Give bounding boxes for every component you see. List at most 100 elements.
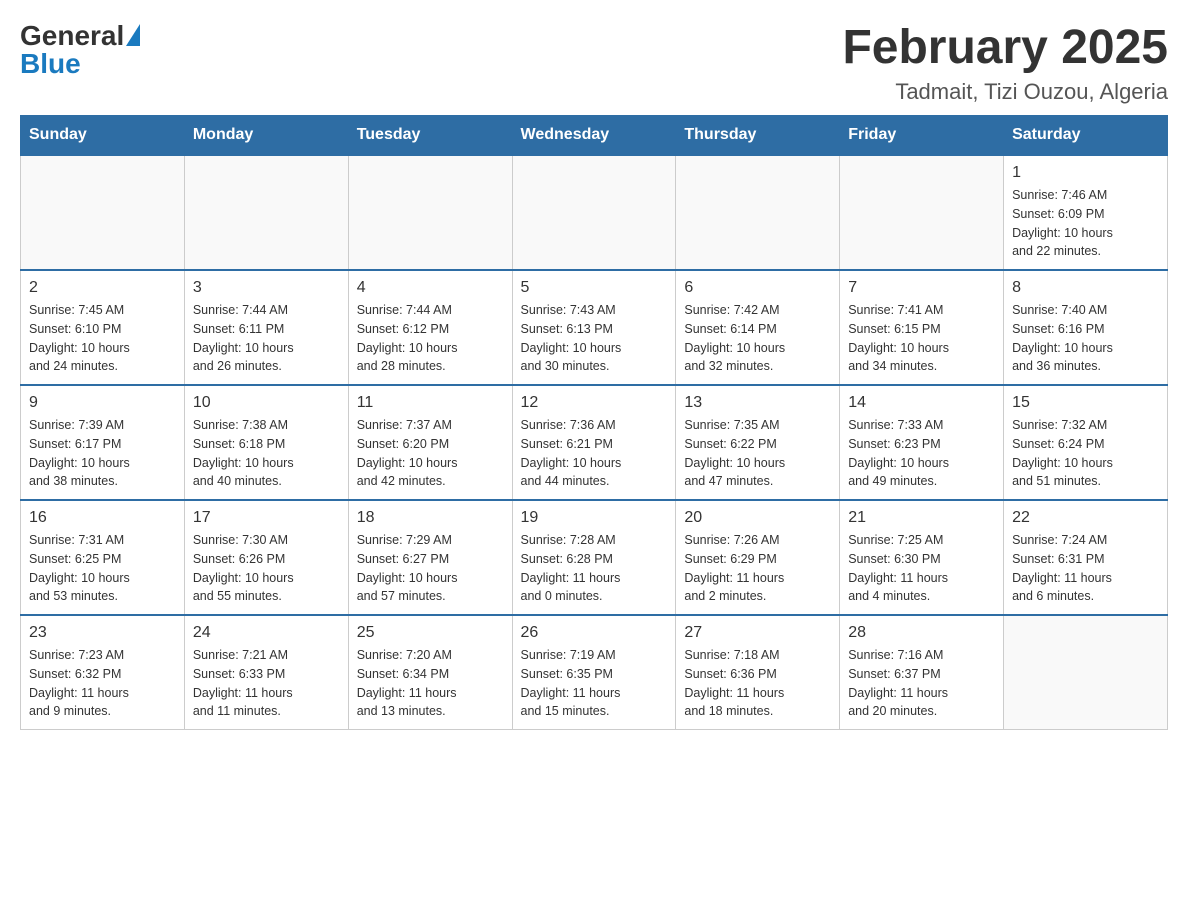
- calendar-cell: 25 Sunrise: 7:20 AM Sunset: 6:34 PM Dayli…: [348, 615, 512, 730]
- calendar-cell: [348, 155, 512, 270]
- calendar-cell: 19Sunrise: 7:28 AM Sunset: 6:28 PM Dayli…: [512, 500, 676, 615]
- day-info: Sunrise: 7:45 AM Sunset: 6:10 PM Dayligh…: [29, 301, 176, 376]
- calendar-cell: 22 Sunrise: 7:24 AM Sunset: 6:31 PM Dayli…: [1004, 500, 1168, 615]
- weekday-header-tuesday: Tuesday: [348, 116, 512, 156]
- weekday-header-sunday: Sunday: [21, 116, 185, 156]
- day-info: Sunrise: 7:39 AM Sunset: 6:17 PM Dayligh…: [29, 416, 176, 491]
- page-header: General Blue February 2025 Tadmait, Tizi…: [20, 20, 1168, 105]
- day-info: Sunrise: 7:35 AM Sunset: 6:22 PM Dayligh…: [684, 416, 831, 491]
- day-number: 24: [193, 624, 340, 642]
- day-info: Sunrise: 7:25 AM Sunset: 6:30 PM Dayligh…: [848, 531, 995, 606]
- calendar-cell: 11 Sunrise: 7:37 AM Sunset: 6:20 PM Dayli…: [348, 385, 512, 500]
- calendar-cell: [1004, 615, 1168, 730]
- calendar-cell: 8 Sunrise: 7:40 AM Sunset: 6:16 PM Daylig…: [1004, 270, 1168, 385]
- calendar-cell: 5Sunrise: 7:43 AM Sunset: 6:13 PM Daylig…: [512, 270, 676, 385]
- day-number: 17: [193, 509, 340, 527]
- calendar-cell: [676, 155, 840, 270]
- calendar-cell: 1Sunrise: 7:46 AM Sunset: 6:09 PM Daylig…: [1004, 155, 1168, 270]
- day-info: Sunrise: 7:41 AM Sunset: 6:15 PM Dayligh…: [848, 301, 995, 376]
- calendar-cell: 3Sunrise: 7:44 AM Sunset: 6:11 PM Daylig…: [184, 270, 348, 385]
- day-number: 9: [29, 394, 176, 412]
- calendar-cell: 7 Sunrise: 7:41 AM Sunset: 6:15 PM Daylig…: [840, 270, 1004, 385]
- day-number: 12: [521, 394, 668, 412]
- weekday-header-friday: Friday: [840, 116, 1004, 156]
- weekday-header-saturday: Saturday: [1004, 116, 1168, 156]
- day-info: Sunrise: 7:36 AM Sunset: 6:21 PM Dayligh…: [521, 416, 668, 491]
- week-row-4: 16 Sunrise: 7:31 AM Sunset: 6:25 PM Dayli…: [21, 500, 1168, 615]
- calendar-cell: [184, 155, 348, 270]
- day-number: 2: [29, 279, 176, 297]
- calendar-cell: 18Sunrise: 7:29 AM Sunset: 6:27 PM Dayli…: [348, 500, 512, 615]
- day-number: 16: [29, 509, 176, 527]
- calendar-cell: 9 Sunrise: 7:39 AM Sunset: 6:17 PM Daylig…: [21, 385, 185, 500]
- day-info: Sunrise: 7:30 AM Sunset: 6:26 PM Dayligh…: [193, 531, 340, 606]
- calendar-cell: [840, 155, 1004, 270]
- week-row-5: 23Sunrise: 7:23 AM Sunset: 6:32 PM Dayli…: [21, 615, 1168, 730]
- day-number: 26: [521, 624, 668, 642]
- calendar-cell: 14 Sunrise: 7:33 AM Sunset: 6:23 PM Dayli…: [840, 385, 1004, 500]
- day-info: Sunrise: 7:44 AM Sunset: 6:11 PM Dayligh…: [193, 301, 340, 376]
- day-info: Sunrise: 7:33 AM Sunset: 6:23 PM Dayligh…: [848, 416, 995, 491]
- calendar-cell: [512, 155, 676, 270]
- day-info: Sunrise: 7:37 AM Sunset: 6:20 PM Dayligh…: [357, 416, 504, 491]
- month-title: February 2025: [842, 20, 1168, 75]
- day-info: Sunrise: 7:18 AM Sunset: 6:36 PM Dayligh…: [684, 646, 831, 721]
- calendar-cell: 21 Sunrise: 7:25 AM Sunset: 6:30 PM Dayli…: [840, 500, 1004, 615]
- calendar-cell: 16 Sunrise: 7:31 AM Sunset: 6:25 PM Dayli…: [21, 500, 185, 615]
- week-row-1: 1Sunrise: 7:46 AM Sunset: 6:09 PM Daylig…: [21, 155, 1168, 270]
- day-number: 10: [193, 394, 340, 412]
- day-number: 5: [521, 279, 668, 297]
- logo-blue-text: Blue: [20, 48, 140, 80]
- day-info: Sunrise: 7:21 AM Sunset: 6:33 PM Dayligh…: [193, 646, 340, 721]
- day-number: 4: [357, 279, 504, 297]
- day-info: Sunrise: 7:42 AM Sunset: 6:14 PM Dayligh…: [684, 301, 831, 376]
- day-info: Sunrise: 7:26 AM Sunset: 6:29 PM Dayligh…: [684, 531, 831, 606]
- day-number: 7: [848, 279, 995, 297]
- day-info: Sunrise: 7:44 AM Sunset: 6:12 PM Dayligh…: [357, 301, 504, 376]
- day-number: 19: [521, 509, 668, 527]
- day-info: Sunrise: 7:40 AM Sunset: 6:16 PM Dayligh…: [1012, 301, 1159, 376]
- calendar-cell: 23Sunrise: 7:23 AM Sunset: 6:32 PM Dayli…: [21, 615, 185, 730]
- calendar-cell: 15 Sunrise: 7:32 AM Sunset: 6:24 PM Dayli…: [1004, 385, 1168, 500]
- day-number: 8: [1012, 279, 1159, 297]
- location-title: Tadmait, Tizi Ouzou, Algeria: [842, 79, 1168, 105]
- weekday-header-wednesday: Wednesday: [512, 116, 676, 156]
- day-info: Sunrise: 7:19 AM Sunset: 6:35 PM Dayligh…: [521, 646, 668, 721]
- day-info: Sunrise: 7:20 AM Sunset: 6:34 PM Dayligh…: [357, 646, 504, 721]
- day-number: 14: [848, 394, 995, 412]
- calendar-cell: 2 Sunrise: 7:45 AM Sunset: 6:10 PM Daylig…: [21, 270, 185, 385]
- calendar-cell: 4 Sunrise: 7:44 AM Sunset: 6:12 PM Daylig…: [348, 270, 512, 385]
- weekday-header-row: SundayMondayTuesdayWednesdayThursdayFrid…: [21, 116, 1168, 156]
- calendar-cell: 24 Sunrise: 7:21 AM Sunset: 6:33 PM Dayli…: [184, 615, 348, 730]
- calendar-cell: 13 Sunrise: 7:35 AM Sunset: 6:22 PM Dayli…: [676, 385, 840, 500]
- calendar-cell: 27 Sunrise: 7:18 AM Sunset: 6:36 PM Dayli…: [676, 615, 840, 730]
- title-block: February 2025 Tadmait, Tizi Ouzou, Alger…: [842, 20, 1168, 105]
- day-info: Sunrise: 7:29 AM Sunset: 6:27 PM Dayligh…: [357, 531, 504, 606]
- calendar-cell: 17 Sunrise: 7:30 AM Sunset: 6:26 PM Dayli…: [184, 500, 348, 615]
- logo: General Blue: [20, 20, 140, 80]
- calendar-cell: [21, 155, 185, 270]
- day-number: 27: [684, 624, 831, 642]
- day-info: Sunrise: 7:24 AM Sunset: 6:31 PM Dayligh…: [1012, 531, 1159, 606]
- calendar-table: SundayMondayTuesdayWednesdayThursdayFrid…: [20, 115, 1168, 730]
- calendar-cell: 28 Sunrise: 7:16 AM Sunset: 6:37 PM Dayli…: [840, 615, 1004, 730]
- day-number: 13: [684, 394, 831, 412]
- calendar-cell: 20Sunrise: 7:26 AM Sunset: 6:29 PM Dayli…: [676, 500, 840, 615]
- day-number: 28: [848, 624, 995, 642]
- day-number: 15: [1012, 394, 1159, 412]
- day-number: 11: [357, 394, 504, 412]
- day-number: 22: [1012, 509, 1159, 527]
- day-info: Sunrise: 7:16 AM Sunset: 6:37 PM Dayligh…: [848, 646, 995, 721]
- day-number: 21: [848, 509, 995, 527]
- day-info: Sunrise: 7:38 AM Sunset: 6:18 PM Dayligh…: [193, 416, 340, 491]
- calendar-cell: 26 Sunrise: 7:19 AM Sunset: 6:35 PM Dayli…: [512, 615, 676, 730]
- calendar-cell: 10 Sunrise: 7:38 AM Sunset: 6:18 PM Dayli…: [184, 385, 348, 500]
- day-number: 6: [684, 279, 831, 297]
- day-number: 25: [357, 624, 504, 642]
- weekday-header-thursday: Thursday: [676, 116, 840, 156]
- day-info: Sunrise: 7:32 AM Sunset: 6:24 PM Dayligh…: [1012, 416, 1159, 491]
- day-info: Sunrise: 7:31 AM Sunset: 6:25 PM Dayligh…: [29, 531, 176, 606]
- calendar-cell: 12 Sunrise: 7:36 AM Sunset: 6:21 PM Dayli…: [512, 385, 676, 500]
- day-number: 1: [1012, 164, 1159, 182]
- day-info: Sunrise: 7:23 AM Sunset: 6:32 PM Dayligh…: [29, 646, 176, 721]
